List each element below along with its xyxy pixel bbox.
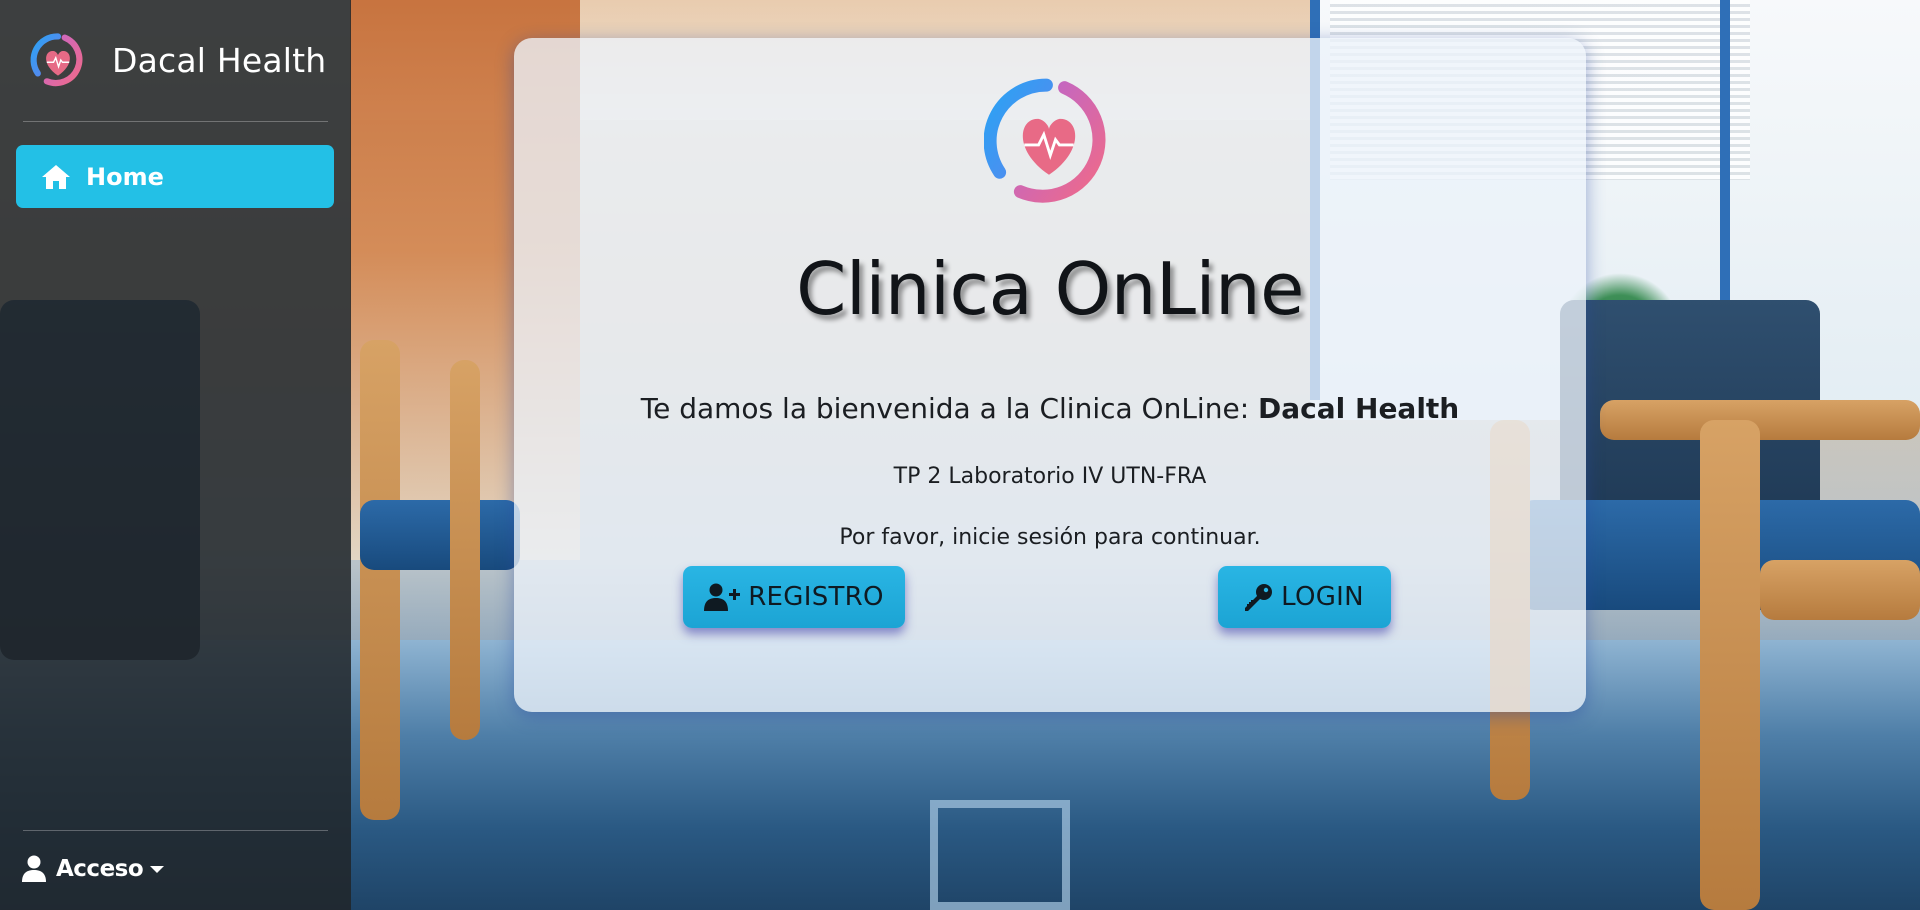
welcome-card: Clinica OnLine Te damos la bienvenida a … — [514, 38, 1586, 712]
key-icon — [1245, 584, 1273, 611]
caret-down-icon — [150, 865, 165, 873]
account-label: Acceso — [56, 855, 144, 882]
home-icon — [42, 164, 70, 189]
sidebar-item-home[interactable]: Home — [16, 145, 334, 208]
welcome-brand: Dacal Health — [1258, 392, 1460, 425]
user-icon — [22, 855, 46, 882]
login-instruction: Por favor, inicie sesión para continuar. — [839, 525, 1261, 550]
register-button-label: REGISTRO — [748, 582, 884, 612]
course-subtitle: TP 2 Laboratorio IV UTN-FRA — [893, 464, 1207, 489]
sidebar: Dacal Health Home Acceso — [0, 0, 351, 910]
sidebar-item-label: Home — [86, 162, 164, 191]
heart-logo-icon — [30, 33, 83, 87]
login-button-label: LOGIN — [1281, 582, 1364, 612]
login-button[interactable]: LOGIN — [1218, 566, 1391, 628]
app-page: Dacal Health Home Acceso Clinica OnLine … — [0, 0, 1920, 910]
page-title: Clinica OnLine — [796, 247, 1304, 331]
register-button[interactable]: REGISTRO — [683, 566, 905, 628]
welcome-text: Te damos la bienvenida a la Clinica OnLi… — [514, 392, 1586, 425]
user-plus-icon — [704, 583, 741, 611]
brand-name: Dacal Health — [112, 40, 327, 80]
sidebar-divider — [23, 121, 328, 122]
welcome-prefix: Te damos la bienvenida a la Clinica OnLi… — [640, 392, 1259, 425]
sidebar-divider — [23, 830, 328, 831]
heart-logo-icon — [984, 78, 1106, 203]
account-dropdown[interactable]: Acceso — [22, 855, 165, 882]
brand-link[interactable]: Dacal Health — [30, 32, 326, 88]
